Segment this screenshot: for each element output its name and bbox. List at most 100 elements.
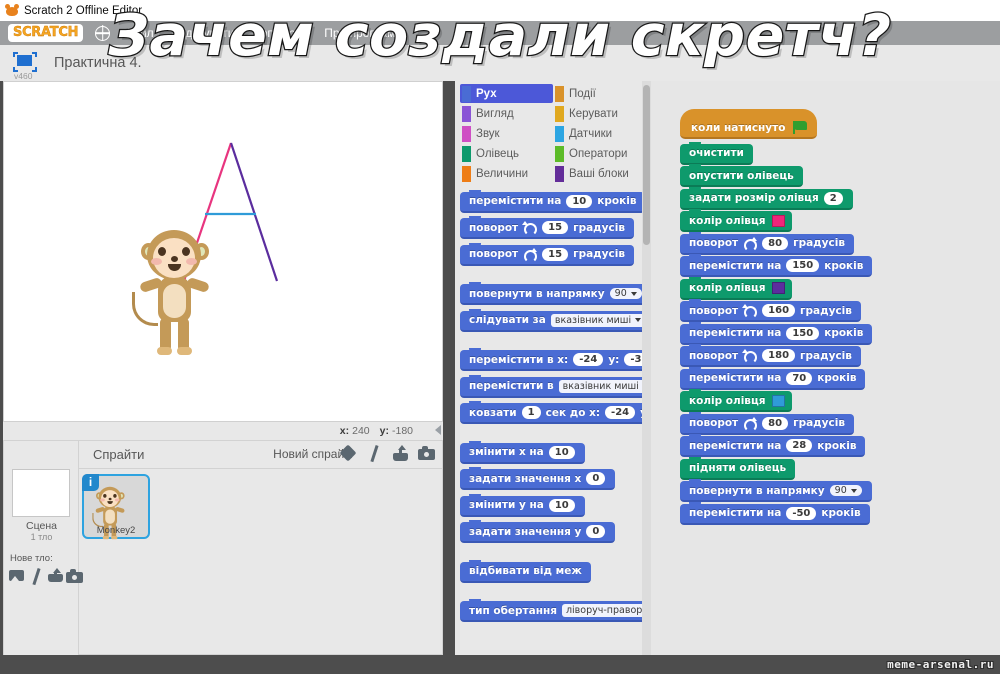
palette-category[interactable]: Олівець <box>460 144 553 163</box>
block-goto-target[interactable]: перемістити в вказівник миші <box>460 374 651 398</box>
block-number-input[interactable]: 15 <box>542 247 569 261</box>
block-number-input[interactable]: 10 <box>566 194 593 208</box>
block-number-input[interactable]: 15 <box>542 221 569 234</box>
sprite-tile-monkey2[interactable]: i Monkey2 <box>82 474 150 540</box>
upload-icon[interactable] <box>392 445 409 462</box>
camera-icon[interactable] <box>66 568 83 583</box>
block-point-dir[interactable]: повернути в напрямку 90 <box>680 479 872 502</box>
camera-icon[interactable] <box>418 445 435 462</box>
block-number-input[interactable]: 2 <box>823 191 843 205</box>
menu-item-help[interactable]: Допомога <box>252 26 306 40</box>
pen-color-swatch[interactable] <box>772 394 786 407</box>
block-dropdown[interactable]: вказівник миші <box>550 313 646 327</box>
block-pen-down[interactable]: опустити олівець <box>680 164 803 187</box>
block-set-x[interactable]: задати значення x 0 <box>460 467 616 490</box>
block-move4[interactable]: перемістити на 28 кроків <box>680 434 866 457</box>
block-number-input[interactable]: 1 <box>521 406 541 419</box>
pen-color-swatch[interactable] <box>772 214 786 227</box>
palette-category[interactable]: Вигляд <box>460 104 553 123</box>
block-number-input[interactable]: 10 <box>548 498 575 512</box>
block-label: y: <box>608 353 620 366</box>
block-move5[interactable]: перемістити на -50 кроків <box>680 501 870 525</box>
block-clear[interactable]: очистити <box>680 141 753 165</box>
block-label: кроків <box>821 507 861 519</box>
block-glide[interactable]: ковзати1сек до x:-24y:-35 <box>460 401 651 424</box>
block-number-input[interactable]: -24 <box>605 406 636 419</box>
block-turn1[interactable]: поворот 80 градусів <box>680 231 854 255</box>
block-number-input[interactable]: 28 <box>786 439 813 452</box>
block-pen-size[interactable]: задати розмір олівця 2 <box>680 186 853 210</box>
block-pen-color3[interactable]: колір олівця <box>680 389 793 412</box>
scratch-logo[interactable]: SCRATCH <box>8 24 84 42</box>
block-move3[interactable]: перемістити на 70 кроків <box>680 366 866 390</box>
block-bounce[interactable]: відбивати від меж <box>460 559 591 583</box>
block-change-y[interactable]: змінити y на 10 <box>460 493 585 517</box>
block-number-input[interactable]: 0 <box>586 525 606 538</box>
menu-item-edit[interactable]: Редагувати <box>172 26 235 40</box>
block-number-input[interactable]: -24 <box>573 353 604 366</box>
block-dropdown[interactable]: 90 <box>829 485 862 496</box>
palette-category[interactable]: Величини <box>460 164 553 183</box>
paint-icon[interactable] <box>339 444 357 462</box>
sprite-monkey2[interactable] <box>132 230 218 358</box>
block-turn2[interactable]: поворот 160 градусів <box>680 299 861 322</box>
palette-category[interactable]: Оператори <box>553 144 646 163</box>
project-name[interactable]: Практична 4. <box>54 55 142 71</box>
block-pen-color1[interactable]: колір олівця <box>680 209 793 232</box>
block-point-to[interactable]: слідувати за вказівник миші <box>460 308 651 332</box>
pen-color-swatch[interactable] <box>772 282 786 294</box>
block-number-input[interactable]: 150 <box>786 326 820 340</box>
palette-category[interactable]: Керувати <box>553 104 646 123</box>
block-pen-up[interactable]: підняти олівець <box>680 456 796 480</box>
block-move1[interactable]: перемістити на 150 кроків <box>680 254 873 277</box>
brush-icon[interactable] <box>28 568 43 585</box>
block-label: перемістити в <box>469 380 554 392</box>
brush-icon[interactable] <box>366 445 383 462</box>
block-pen-color2[interactable]: колір олівця <box>680 276 793 300</box>
stage-selector-column[interactable]: Сцена 1 тло Нове тло: <box>4 441 83 655</box>
image-icon[interactable] <box>9 568 24 583</box>
block-number-input[interactable]: 80 <box>762 416 789 430</box>
stage[interactable] <box>3 81 443 422</box>
stage-thumbnail[interactable] <box>12 469 70 517</box>
category-list: Рух Події Вигляд Керувати Звук Датчики Олівець… <box>460 84 646 183</box>
block-number-input[interactable]: 80 <box>762 236 789 250</box>
block-turn4[interactable]: поворот 80 градусів <box>680 411 854 435</box>
palette-category[interactable]: Ваші блоки <box>553 164 646 183</box>
block-dropdown[interactable]: вказівник миші <box>558 379 651 393</box>
block-number-input[interactable]: -50 <box>786 506 817 520</box>
block-number-input[interactable]: 160 <box>762 304 796 317</box>
palette-category[interactable]: Звук <box>460 124 553 143</box>
block-dropdown[interactable]: ліворуч-праворуч <box>561 604 651 617</box>
palette-category[interactable]: Події <box>553 84 646 103</box>
block-number-input[interactable]: 10 <box>548 445 575 459</box>
presentation-mode-icon[interactable] <box>12 51 38 73</box>
globe-icon[interactable] <box>95 25 111 41</box>
palette-category[interactable]: Рух <box>460 84 553 103</box>
upload-icon[interactable] <box>47 568 63 583</box>
scripts-canvas[interactable]: коли натиснуто очистити опустити олівець за… <box>651 81 1000 655</box>
block-row: ковзати1сек до x:-24y:-35 <box>460 401 651 430</box>
block-number-input[interactable]: 70 <box>786 371 813 385</box>
block-move[interactable]: перемістити на 10 кроків <box>460 189 646 213</box>
palette-scrollbar[interactable] <box>642 81 651 655</box>
block-dropdown[interactable]: 90 <box>609 288 642 299</box>
menu-item-file[interactable]: Файл <box>124 26 154 40</box>
block-rot-style[interactable]: тип обертання ліворуч-праворуч <box>460 599 651 622</box>
block-turn-cw[interactable]: поворот 15 градусів <box>460 242 634 266</box>
block-set-y[interactable]: задати значення y 0 <box>460 520 616 543</box>
block-number-input[interactable]: 180 <box>762 349 796 362</box>
collapse-arrow-icon[interactable] <box>435 425 441 435</box>
block-turn3[interactable]: поворот 180 градусів <box>680 344 861 367</box>
block-change-x[interactable]: змінити x на 10 <box>460 440 585 464</box>
palette-category[interactable]: Датчики <box>553 124 646 143</box>
block-turn-ccw[interactable]: поворот 15 градусів <box>460 216 634 239</box>
block-goto-xy[interactable]: перемістити в x: -24 y: -35 <box>460 348 651 371</box>
block-point-dir[interactable]: повернути в напрямку 90 <box>460 282 651 305</box>
block-when-flag[interactable]: коли натиснуто <box>680 109 818 139</box>
menu-item-about[interactable]: Про програму <box>324 26 401 40</box>
block-row: поворот 15 градусів <box>460 242 651 271</box>
block-move2[interactable]: перемістити на 150 кроків <box>680 321 873 345</box>
block-number-input[interactable]: 150 <box>786 259 820 272</box>
block-number-input[interactable]: 0 <box>586 472 606 485</box>
